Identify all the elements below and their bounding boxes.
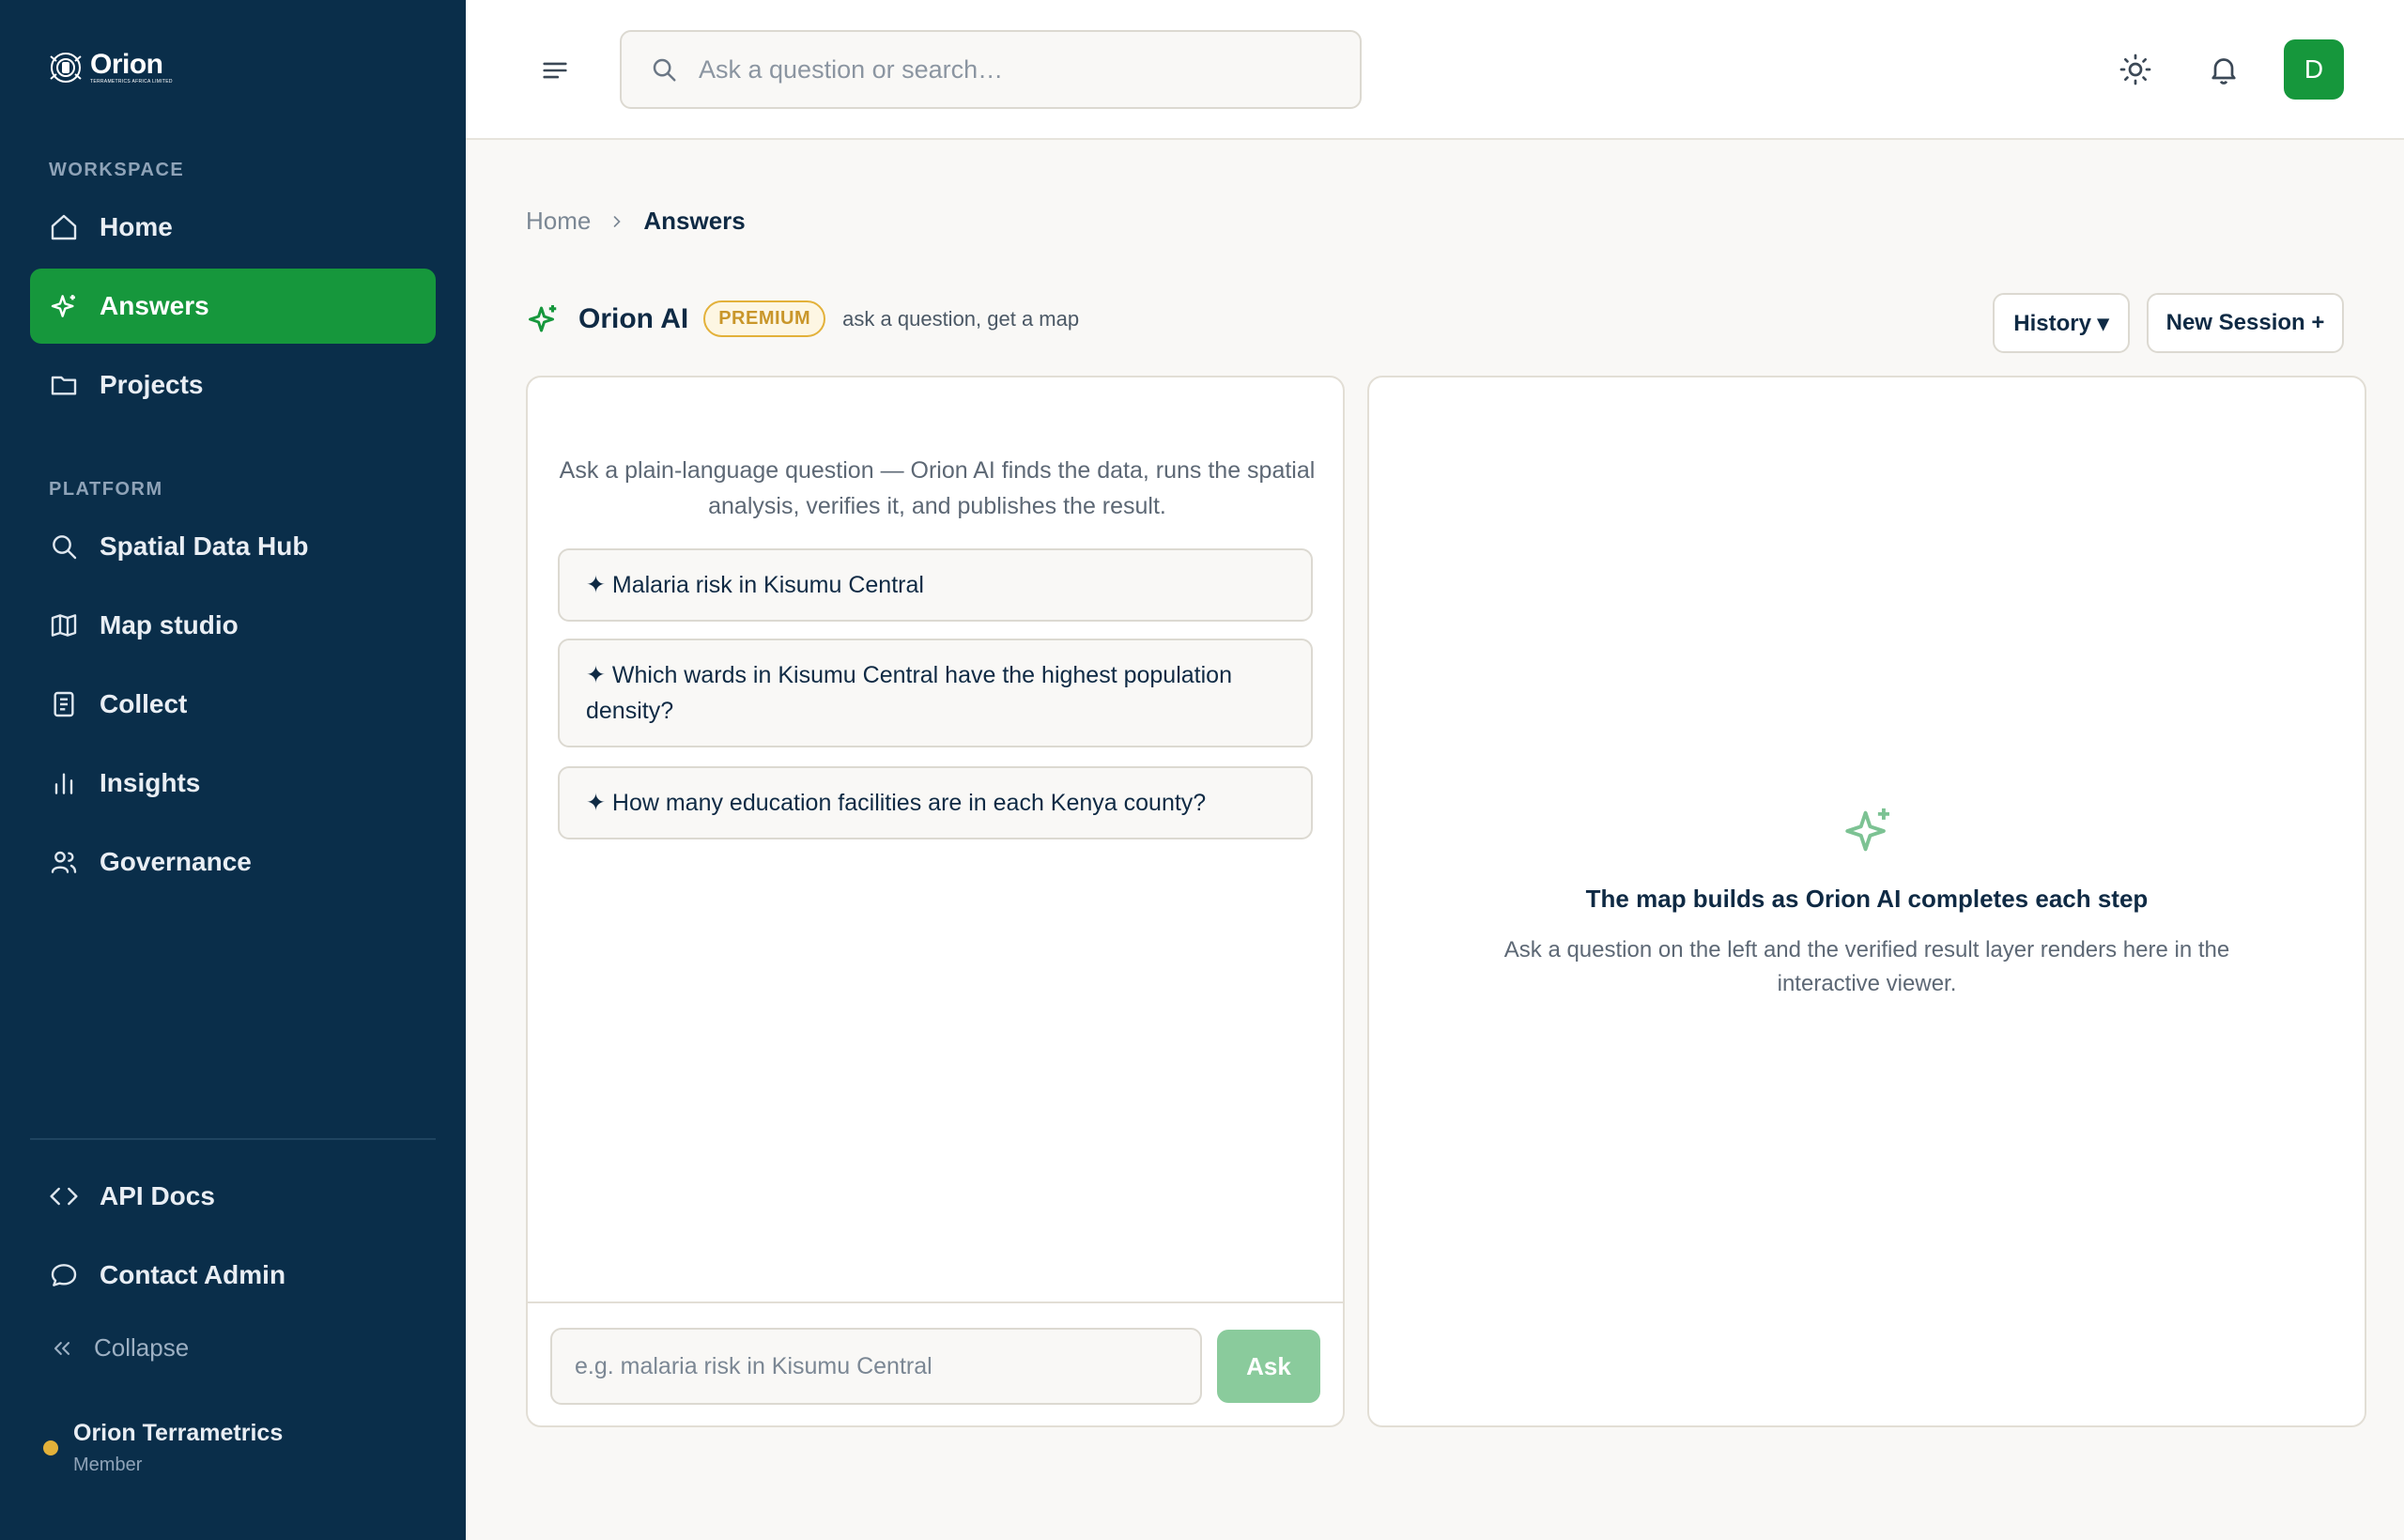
brand-logo[interactable]: Orion TERRAMETRICS AFRICA LIMITED	[47, 49, 173, 86]
user-role: Member	[73, 1455, 143, 1475]
chevron-right-icon	[614, 215, 622, 227]
sidebar-item-map-studio[interactable]: Map studio	[30, 588, 436, 663]
sidebar: Orion TERRAMETRICS AFRICA LIMITED WORKSP…	[0, 0, 466, 1540]
sidebar-item-home[interactable]: Home	[30, 190, 436, 265]
search-icon	[49, 531, 79, 562]
suggestion-chip[interactable]: ✦ Which wards in Kisumu Central have the…	[558, 639, 1313, 747]
sidebar-item-insights[interactable]: Insights	[30, 746, 436, 821]
sidebar-item-label: Governance	[100, 847, 252, 876]
map-icon	[49, 610, 79, 640]
home-icon	[49, 212, 79, 242]
avatar[interactable]: D	[2284, 39, 2344, 100]
collapse-button[interactable]: Collapse	[49, 1333, 189, 1363]
sidebar-item-collect[interactable]: Collect	[30, 667, 436, 742]
notification-bell-icon[interactable]	[2207, 53, 2241, 86]
premium-badge: PREMIUM	[703, 300, 826, 337]
chat-panel: Ask a plain-language question — Orion AI…	[526, 376, 1345, 1427]
code-icon	[49, 1181, 79, 1211]
sidebar-item-label: Answers	[100, 291, 209, 320]
users-icon	[49, 847, 79, 877]
sidebar-item-label: Spatial Data Hub	[100, 531, 309, 561]
workspace-section-label: WORKSPACE	[49, 160, 185, 180]
breadcrumb-home[interactable]: Home	[526, 207, 591, 236]
chat-icon	[49, 1260, 79, 1290]
sidebar-item-label: Contact Admin	[100, 1260, 286, 1289]
chevrons-left-icon	[54, 1341, 70, 1355]
sidebar-item-label: Collect	[100, 689, 188, 718]
sidebar-item-projects[interactable]: Projects	[30, 347, 436, 423]
question-input[interactable]	[550, 1328, 1202, 1405]
brand-name: Orion	[90, 49, 163, 80]
sidebar-item-contact-admin[interactable]: Contact Admin	[30, 1238, 436, 1313]
brand-subtitle: TERRAMETRICS AFRICA LIMITED	[90, 79, 173, 85]
sidebar-item-api-docs[interactable]: API Docs	[30, 1159, 436, 1234]
user-profile[interactable]: Orion Terrametrics Member	[43, 1420, 283, 1476]
user-status-dot	[43, 1440, 58, 1455]
new-session-button[interactable]: New Session +	[2147, 293, 2344, 353]
page-title: Orion AI	[578, 302, 689, 334]
sidebar-item-answers[interactable]: Answers	[30, 269, 436, 344]
sidebar-item-label: Insights	[100, 768, 201, 797]
sidebar-item-governance[interactable]: Governance	[30, 824, 436, 900]
sparkle-icon	[49, 291, 79, 321]
sidebar-item-label: Home	[100, 212, 173, 241]
sidebar-item-spatial-data-hub[interactable]: Spatial Data Hub	[30, 509, 436, 584]
menu-icon[interactable]	[539, 54, 571, 86]
sidebar-item-label: Projects	[100, 370, 204, 399]
suggestion-chip[interactable]: ✦ Malaria risk in Kisumu Central	[558, 548, 1313, 622]
search-input[interactable]	[699, 54, 1337, 85]
map-empty-description: Ask a question on the left and the verif…	[1503, 937, 2230, 996]
map-viewer-panel: The map builds as Orion AI completes eac…	[1367, 376, 2366, 1427]
topbar: D	[466, 0, 2404, 140]
suggestion-chip[interactable]: ✦ How many education facilities are in e…	[558, 766, 1313, 839]
theme-toggle-sun-icon[interactable]	[2119, 53, 2152, 86]
folder-icon	[49, 370, 79, 400]
composer-divider	[528, 1301, 1343, 1303]
map-empty-title: The map builds as Orion AI completes eac…	[1585, 885, 2149, 913]
breadcrumb-current: Answers	[643, 207, 746, 235]
sparkle-icon	[529, 304, 557, 331]
bar-chart-icon	[49, 768, 79, 798]
sidebar-divider	[30, 1138, 436, 1140]
orion-logo-icon	[50, 53, 82, 83]
page-tagline: ask a question, get a map	[842, 306, 1080, 331]
history-button[interactable]: History ▾	[1993, 293, 2130, 353]
ask-button[interactable]: Ask	[1217, 1330, 1320, 1403]
chat-intro: Ask a plain-language question — Orion AI…	[559, 457, 1316, 519]
sidebar-item-label: API Docs	[100, 1181, 215, 1210]
sidebar-item-label: Map studio	[100, 610, 239, 639]
collapse-label: Collapse	[94, 1333, 190, 1362]
page-header: Orion AI PREMIUM ask a question, get a m…	[526, 300, 1079, 337]
platform-section-label: PLATFORM	[49, 479, 163, 500]
clipboard-icon	[49, 689, 79, 719]
search-icon	[653, 58, 676, 82]
sparkle-icon	[1845, 808, 1889, 852]
breadcrumb: Home Answers	[526, 207, 746, 236]
global-search[interactable]	[620, 30, 1362, 109]
user-name: Orion Terrametrics	[73, 1420, 284, 1446]
